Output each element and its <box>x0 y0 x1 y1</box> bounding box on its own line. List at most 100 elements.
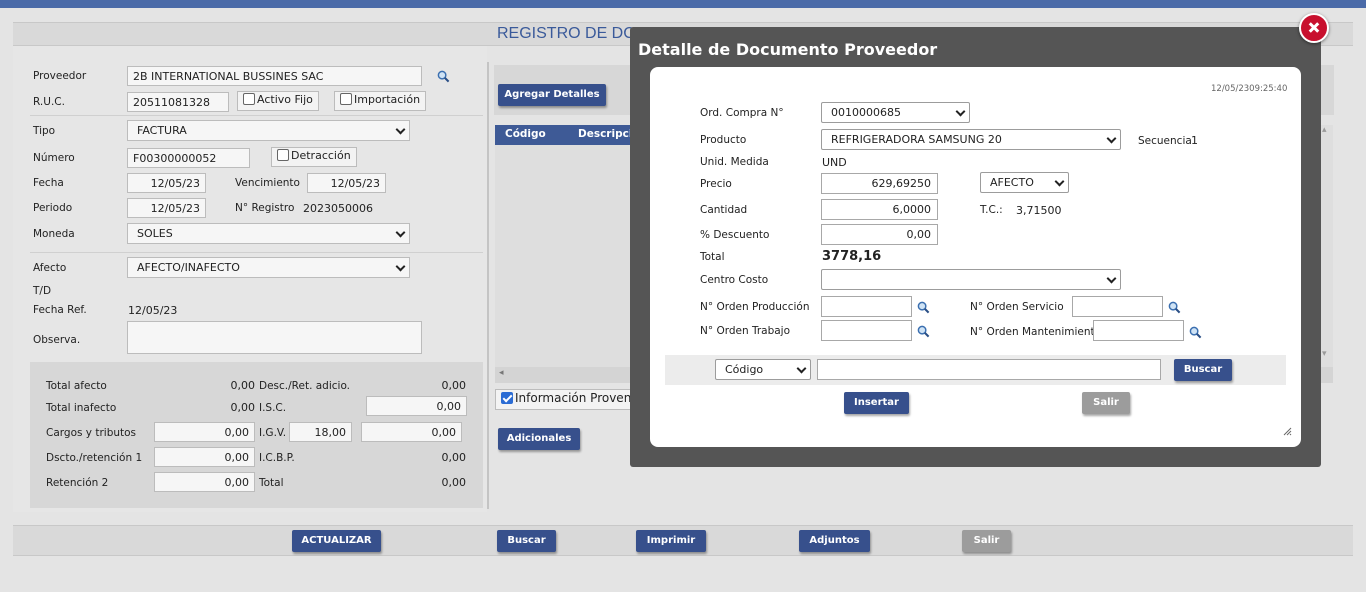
horizontal-scrollbar[interactable]: ◂ <box>495 367 635 383</box>
detail-grid-body <box>495 145 635 367</box>
chevron-down-icon <box>1054 176 1065 187</box>
igv-rate-field[interactable]: 18,00 <box>289 422 352 442</box>
cargos-field[interactable]: 0,00 <box>154 422 255 442</box>
numero-label: Número <box>33 152 75 164</box>
desc-ret-value: 0,00 <box>441 379 467 392</box>
detraccion-checkbox[interactable]: Detracción <box>271 147 357 167</box>
activo-fijo-box[interactable] <box>243 93 255 105</box>
vertical-scrollbar[interactable]: ▴ ▾ <box>1321 125 1333 383</box>
total-value: 0,00 <box>441 476 467 489</box>
actualizar-button[interactable]: ACTUALIZAR <box>292 530 381 552</box>
separator <box>30 115 483 116</box>
dscto-field[interactable]: 0,00 <box>154 447 255 467</box>
buscar-button[interactable]: Buscar <box>497 530 556 552</box>
col-codigo[interactable]: Código <box>505 128 546 140</box>
afecto-modal-select[interactable]: AFECTO <box>980 172 1069 193</box>
descuento-label: % Descuento <box>700 229 770 241</box>
fecha-ref-label: Fecha Ref. <box>33 304 87 316</box>
close-icon[interactable] <box>1299 13 1329 43</box>
fecha-field[interactable]: 12/05/23 <box>127 173 206 193</box>
total-inafecto-value: 0,00 <box>230 401 256 414</box>
periodo-field[interactable]: 12/05/23 <box>127 198 206 218</box>
periodo-label: Periodo <box>33 202 73 214</box>
unid-medida-label: Unid. Medida <box>700 156 769 168</box>
resize-handle-icon[interactable] <box>1282 426 1292 436</box>
scroll-up-icon[interactable]: ▴ <box>1322 125 1327 135</box>
modal-buscar-button[interactable]: Buscar <box>1174 359 1232 381</box>
nregistro-label: N° Registro <box>235 202 295 214</box>
adjuntos-button[interactable]: Adjuntos <box>799 530 870 552</box>
imprimir-button[interactable]: Imprimir <box>636 530 706 552</box>
tc-label: T.C.: <box>980 204 1003 216</box>
agregar-detalles-button[interactable]: Agregar Detalles <box>498 84 606 106</box>
ord-compra-select[interactable]: 0010000685 <box>821 102 970 123</box>
td-label: T/D <box>33 285 52 297</box>
precio-field[interactable]: 629,69250 <box>821 173 938 194</box>
search-field-select[interactable]: Código <box>715 359 811 380</box>
importacion-checkbox[interactable]: Importación <box>334 91 427 111</box>
detraccion-box[interactable] <box>277 149 289 161</box>
modal-timestamp: 12/05/2309:25:40 <box>1211 84 1288 94</box>
insertar-button[interactable]: Insertar <box>844 392 909 414</box>
panel-divider <box>487 62 489 509</box>
proveedor-label: Proveedor <box>33 70 87 82</box>
fecha-ref-value: 12/05/23 <box>128 304 178 317</box>
isc-field[interactable]: 0,00 <box>366 396 467 416</box>
nregistro-value: 2023050006 <box>303 202 373 215</box>
orden-servicio-label: N° Orden Servicio <box>970 301 1064 313</box>
orden-trabajo-field[interactable] <box>821 320 912 341</box>
search-orden-produccion-icon[interactable] <box>917 301 930 314</box>
igv-field[interactable]: 0,00 <box>361 422 462 442</box>
proveedor-field[interactable]: 2B INTERNATIONAL BUSSINES SAC <box>127 66 422 86</box>
ruc-field[interactable]: 20511081328 <box>127 92 229 112</box>
scroll-left-icon[interactable]: ◂ <box>499 368 504 378</box>
observa-textarea[interactable] <box>127 321 422 354</box>
orden-servicio-field[interactable] <box>1072 296 1163 317</box>
total-afecto-label: Total afecto <box>46 380 107 392</box>
search-orden-mantenimiento-icon[interactable] <box>1189 326 1202 339</box>
orden-mantenimiento-field[interactable] <box>1093 320 1184 341</box>
modal-search-input[interactable] <box>817 359 1161 380</box>
informacion-box[interactable] <box>501 392 513 404</box>
afecto-label: Afecto <box>33 262 67 274</box>
orden-trabajo-label: N° Orden Trabajo <box>700 325 791 337</box>
search-proveedor-icon[interactable] <box>437 70 450 83</box>
modal-title: Detalle de Documento Proveedor <box>638 40 938 59</box>
descuento-field[interactable]: 0,00 <box>821 224 938 245</box>
vencimiento-field[interactable]: 12/05/23 <box>307 173 386 193</box>
producto-select[interactable]: REFRIGERADORA SAMSUNG 20 <box>821 129 1121 150</box>
numero-field[interactable]: F00300000052 <box>127 148 250 168</box>
chevron-down-icon <box>796 363 807 374</box>
ord-compra-label: Ord. Compra N° <box>700 107 784 119</box>
vencimiento-label: Vencimiento <box>235 177 300 189</box>
orden-produccion-field[interactable] <box>821 296 912 317</box>
retencion2-field[interactable]: 0,00 <box>154 472 255 492</box>
afecto-select[interactable]: AFECTO/INAFECTO <box>127 257 410 278</box>
cantidad-field[interactable]: 6,0000 <box>821 199 938 220</box>
top-bar <box>0 0 1366 8</box>
fecha-label: Fecha <box>33 177 64 189</box>
centro-costo-select[interactable] <box>821 269 1121 290</box>
adicionales-button[interactable]: Adicionales <box>498 428 580 450</box>
importacion-box[interactable] <box>340 93 352 105</box>
informacion-checkbox[interactable]: Información Provenie <box>495 389 642 410</box>
scroll-down-icon[interactable]: ▾ <box>1322 349 1327 359</box>
producto-value: REFRIGERADORA SAMSUNG 20 <box>831 133 1002 146</box>
precio-label: Precio <box>700 178 732 190</box>
tc-value: 3,71500 <box>1016 204 1062 217</box>
chevron-down-icon <box>395 261 406 272</box>
search-orden-servicio-icon[interactable] <box>1168 301 1181 314</box>
afecto-modal-value: AFECTO <box>990 176 1034 189</box>
icbp-label: I.C.B.P. <box>259 452 295 464</box>
chevron-down-icon <box>395 124 406 135</box>
search-field-value: Código <box>725 363 764 376</box>
detraccion-text: Detracción <box>291 149 351 162</box>
salir-button[interactable]: Salir <box>962 530 1011 552</box>
activo-fijo-checkbox[interactable]: Activo Fijo <box>237 91 319 111</box>
separator <box>30 252 483 253</box>
total-modal-value: 3778,16 <box>822 249 882 264</box>
search-orden-trabajo-icon[interactable] <box>917 325 930 338</box>
moneda-select[interactable]: SOLES <box>127 223 410 244</box>
modal-salir-button[interactable]: Salir <box>1082 392 1130 414</box>
tipo-select[interactable]: FACTURA <box>127 120 410 141</box>
